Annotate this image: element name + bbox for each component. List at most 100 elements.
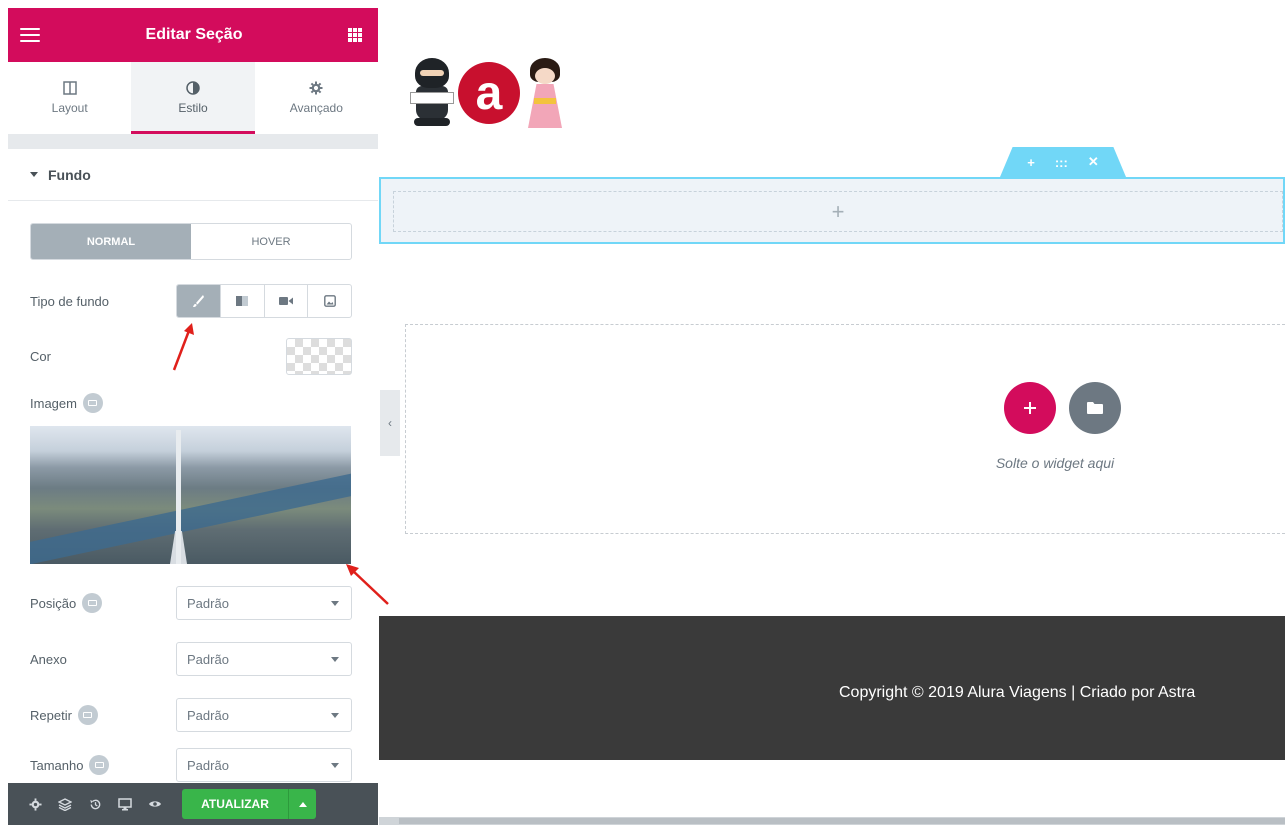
background-image-preview[interactable] [30,426,351,564]
widgets-grid-icon[interactable] [348,28,362,42]
chevron-left-icon: ‹ [388,416,392,430]
delete-section-icon[interactable]: ✕ [1088,154,1099,170]
drop-area-text: Solte o widget aqui [995,455,1115,471]
empty-column-add[interactable]: + [393,191,1283,232]
columns-icon [62,81,77,95]
responsive-icon [118,797,132,810]
chevron-down-icon [331,712,339,718]
folder-icon [1087,402,1103,414]
state-normal-tab[interactable]: NORMAL [31,224,191,259]
add-template-button[interactable] [1069,382,1121,434]
size-select[interactable]: Padrão [176,748,352,782]
tab-label: Layout [51,101,88,115]
control-position: Posição Padrão [30,586,352,620]
panel-tabs: Layout Estilo Avançado [8,62,378,135]
background-type-choices [176,284,352,318]
site-logos: a [410,58,566,128]
select-value: Padrão [187,595,229,611]
add-section-icon[interactable]: + [1027,155,1035,170]
state-switch: NORMAL HOVER [30,223,352,260]
history-icon [89,799,100,809]
control-label-wrap: Tamanho [30,755,110,775]
background-controls: NORMAL HOVER Tipo de fundo Cor Imagem Po… [8,223,378,782]
settings-button[interactable] [20,783,50,825]
brush-icon [193,295,205,308]
responsive-mode-button[interactable] [110,783,140,825]
eye-icon [149,801,161,807]
contrast-icon [186,81,200,95]
plus-icon [1024,402,1036,414]
control-size: Tamanho Padrão [30,748,352,782]
add-new-section-button[interactable] [1004,382,1056,434]
tab-layout[interactable]: Layout [8,62,131,134]
control-label-wrap: Posição [30,593,103,613]
section-toggle-background[interactable]: Fundo [8,149,378,201]
bg-type-video[interactable] [265,285,309,317]
responsive-desktop-icon[interactable] [77,705,98,725]
responsive-desktop-icon[interactable] [82,393,103,413]
editor-panel: Editar Seção Layout Estilo Avançado Fund… [8,8,378,825]
preview-button[interactable] [140,783,170,825]
selected-section[interactable]: + [379,177,1285,244]
section-title: Fundo [48,166,91,183]
control-attachment: Anexo Padrão [30,642,352,676]
control-label: Tamanho [30,757,84,773]
chevron-up-icon [298,801,307,807]
panel-footer-bar: ATUALIZAR [8,783,378,825]
tab-label: Avançado [289,101,343,115]
bg-type-gradient[interactable] [221,285,265,317]
annotation-arrow-icon [346,564,389,605]
bg-type-slideshow[interactable] [308,285,351,317]
save-options-button[interactable] [288,789,316,819]
color-picker-swatch[interactable] [286,338,352,375]
select-value: Padrão [187,757,229,773]
attachment-select[interactable]: Padrão [176,642,352,676]
panel-title: Editar Seção [145,26,243,43]
menu-icon[interactable] [20,28,40,42]
navigator-button[interactable] [50,783,80,825]
update-button[interactable]: ATUALIZAR [182,789,288,819]
control-label: Imagem [30,395,77,411]
panel-divider [8,135,378,149]
gear-icon [28,797,42,811]
select-value: Padrão [187,707,229,723]
bg-type-classic[interactable] [177,285,221,317]
control-label: Anexo [30,651,67,667]
scrollbar-thumb[interactable] [399,818,1285,824]
chevron-down-icon [331,656,339,662]
copyright-text: Copyright © 2019 Alura Viagens | Criado … [839,684,1196,701]
control-label: Tipo de fundo [30,293,110,309]
control-label: Repetir [30,707,72,723]
slideshow-icon [323,295,336,307]
history-button[interactable] [80,783,110,825]
control-repeat: Repetir Padrão [30,698,352,732]
state-hover-tab[interactable]: HOVER [191,224,351,259]
ninja-mascot-image [410,58,454,128]
move-section-icon[interactable]: ::: [1055,155,1068,170]
tab-advanced[interactable]: Avançado [255,62,378,134]
position-select[interactable]: Padrão [176,586,352,620]
tab-label: Estilo [178,101,208,115]
gear-icon [309,81,323,95]
repeat-select[interactable]: Padrão [176,698,352,732]
geisha-mascot-image [524,58,566,128]
section-handle: + ::: ✕ [1000,147,1126,177]
caret-down-icon [30,172,38,177]
select-value: Padrão [187,651,229,667]
widget-drop-area[interactable] [405,324,1285,534]
horizontal-scrollbar[interactable] [379,817,1285,825]
annotation-arrow-icon [172,323,194,371]
responsive-desktop-icon[interactable] [89,755,110,775]
responsive-desktop-icon[interactable] [82,593,103,613]
chevron-down-icon [331,600,339,606]
gradient-icon [236,296,249,306]
control-background-type: Tipo de fundo [30,284,352,318]
panel-collapse-handle[interactable]: ‹ [380,390,400,456]
control-label-wrap: Repetir [30,705,98,725]
chevron-down-icon [331,762,339,768]
control-label: Cor [30,349,51,364]
control-image: Imagem [30,393,352,413]
panel-header: Editar Seção [8,8,378,62]
tab-style[interactable]: Estilo [131,62,255,134]
control-label-wrap: Imagem [30,393,103,413]
